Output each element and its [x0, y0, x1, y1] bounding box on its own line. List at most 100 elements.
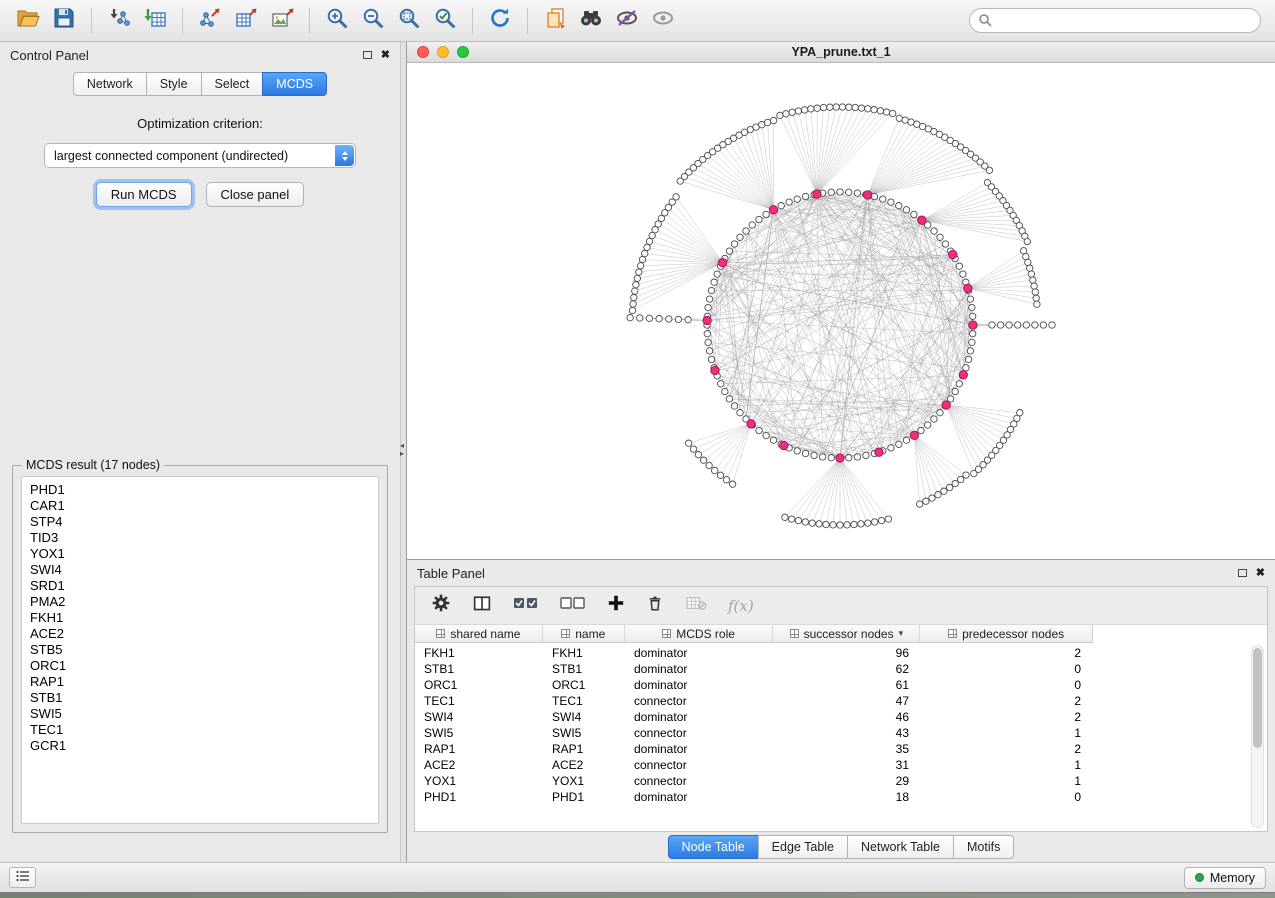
table-cell[interactable]: ORC1	[543, 678, 625, 692]
table-cell[interactable]: dominator	[625, 662, 774, 676]
show-hide-panels-button[interactable]	[645, 5, 681, 37]
table-cell[interactable]: 43	[774, 726, 921, 740]
table-row[interactable]: RAP1RAP1dominator352	[415, 741, 1267, 757]
table-cell[interactable]: dominator	[625, 678, 774, 692]
column-header-predecessor-nodes[interactable]: predecessor nodes	[920, 625, 1092, 642]
table-cell[interactable]: 62	[774, 662, 921, 676]
delete-table-button[interactable]	[685, 595, 707, 616]
table-row[interactable]: SWI5SWI5connector431	[415, 725, 1267, 741]
mcds-result-item[interactable]: CAR1	[22, 498, 378, 514]
close-mcds-panel-button[interactable]: Close panel	[206, 182, 305, 207]
mcds-result-item[interactable]: ORC1	[22, 658, 378, 674]
table-cell[interactable]: dominator	[625, 646, 774, 660]
splitter-arrows-icon[interactable]: ◂▸	[400, 442, 404, 458]
table-row[interactable]: ACE2ACE2connector311	[415, 757, 1267, 773]
panel-splitter[interactable]: ◂▸	[400, 42, 407, 862]
table-cell[interactable]: YOX1	[415, 774, 543, 788]
table-row[interactable]: ORC1ORC1dominator610	[415, 677, 1267, 693]
table-cell[interactable]: 2	[921, 742, 1093, 756]
export-network-button[interactable]	[192, 5, 228, 37]
table-cell[interactable]: connector	[625, 758, 774, 772]
create-column-button[interactable]	[607, 594, 625, 617]
close-panel-icon[interactable]: ✖	[381, 50, 390, 61]
table-cell[interactable]: connector	[625, 774, 774, 788]
mcds-result-item[interactable]: STP4	[22, 514, 378, 530]
import-table-button[interactable]	[137, 5, 173, 37]
delete-column-button[interactable]	[646, 593, 664, 618]
table-row[interactable]: FKH1FKH1dominator962	[415, 645, 1267, 661]
table-row[interactable]: PHD1PHD1dominator180	[415, 789, 1267, 805]
table-cell[interactable]: 1	[921, 774, 1093, 788]
table-cell[interactable]: 47	[774, 694, 921, 708]
save-session-button[interactable]	[46, 5, 82, 37]
table-scrollbar-thumb[interactable]	[1253, 648, 1262, 748]
column-header-successor-nodes[interactable]: successor nodes▾	[773, 625, 920, 642]
table-cell[interactable]: dominator	[625, 790, 774, 804]
mcds-result-item[interactable]: PHD1	[22, 482, 378, 498]
table-cell[interactable]: 46	[774, 710, 921, 724]
task-history-button[interactable]	[9, 867, 36, 888]
maximize-window-icon[interactable]	[457, 46, 469, 58]
table-cell[interactable]: dominator	[625, 742, 774, 756]
table-cell[interactable]: dominator	[625, 710, 774, 724]
zoom-in-button[interactable]	[319, 5, 355, 37]
network-canvas[interactable]	[407, 63, 1275, 559]
table-cell[interactable]: 2	[921, 710, 1093, 724]
mcds-result-item[interactable]: STB5	[22, 642, 378, 658]
optimization-criterion-select[interactable]: largest connected component (undirected)	[44, 143, 356, 168]
table-cell[interactable]: 2	[921, 694, 1093, 708]
minimize-window-icon[interactable]	[437, 46, 449, 58]
column-header-shared-name[interactable]: shared name	[415, 625, 543, 642]
control-tab-style[interactable]: Style	[146, 72, 202, 96]
find-button[interactable]	[573, 5, 609, 37]
mcds-result-item[interactable]: STB1	[22, 690, 378, 706]
mcds-result-item[interactable]: ACE2	[22, 626, 378, 642]
control-tab-network[interactable]: Network	[73, 72, 147, 96]
control-tab-mcds[interactable]: MCDS	[262, 72, 327, 96]
clone-network-button[interactable]	[537, 5, 573, 37]
table-row[interactable]: SWI4SWI4dominator462	[415, 709, 1267, 725]
close-table-panel-icon[interactable]: ✖	[1256, 568, 1265, 579]
open-file-button[interactable]	[10, 5, 46, 37]
table-cell[interactable]: YOX1	[543, 774, 625, 788]
mcds-result-item[interactable]: GCR1	[22, 738, 378, 754]
import-network-button[interactable]	[101, 5, 137, 37]
table-cell[interactable]: TEC1	[415, 694, 543, 708]
table-cell[interactable]: RAP1	[543, 742, 625, 756]
table-cell[interactable]: SWI5	[415, 726, 543, 740]
mcds-result-item[interactable]: FKH1	[22, 610, 378, 626]
table-cell[interactable]: 18	[774, 790, 921, 804]
dropdown-stepper-icon[interactable]	[335, 145, 354, 166]
table-tab-motifs[interactable]: Motifs	[953, 835, 1014, 859]
export-table-button[interactable]	[228, 5, 264, 37]
run-mcds-button[interactable]: Run MCDS	[96, 182, 192, 207]
mcds-result-item[interactable]: SWI4	[22, 562, 378, 578]
table-cell[interactable]: ACE2	[543, 758, 625, 772]
table-cell[interactable]: PHD1	[415, 790, 543, 804]
table-cell[interactable]: FKH1	[543, 646, 625, 660]
control-tab-select[interactable]: Select	[201, 72, 264, 96]
table-cell[interactable]: ACE2	[415, 758, 543, 772]
mcds-result-item[interactable]: SRD1	[22, 578, 378, 594]
table-row[interactable]: TEC1TEC1connector472	[415, 693, 1267, 709]
sort-arrow-icon[interactable]: ▾	[899, 628, 904, 639]
table-cell[interactable]: 96	[774, 646, 921, 660]
table-tab-node-table[interactable]: Node Table	[668, 835, 759, 859]
float-panel-icon[interactable]	[363, 51, 372, 59]
zoom-out-button[interactable]	[355, 5, 391, 37]
mcds-result-list[interactable]: PHD1CAR1STP4TID3YOX1SWI4SRD1PMA2FKH1ACE2…	[21, 476, 379, 824]
table-cell[interactable]: connector	[625, 694, 774, 708]
export-image-button[interactable]	[264, 5, 300, 37]
hide-graphics-details-button[interactable]	[609, 5, 645, 37]
table-cell[interactable]: 31	[774, 758, 921, 772]
mcds-result-item[interactable]: SWI5	[22, 706, 378, 722]
table-cell[interactable]: 2	[921, 646, 1093, 660]
table-cell[interactable]: SWI4	[415, 710, 543, 724]
close-window-icon[interactable]	[417, 46, 429, 58]
table-cell[interactable]: 0	[921, 790, 1093, 804]
table-cell[interactable]: 0	[921, 662, 1093, 676]
mcds-result-item[interactable]: TID3	[22, 530, 378, 546]
deselect-all-button[interactable]	[560, 595, 586, 616]
table-row[interactable]: STB1STB1dominator620	[415, 661, 1267, 677]
table-row[interactable]: YOX1YOX1connector291	[415, 773, 1267, 789]
